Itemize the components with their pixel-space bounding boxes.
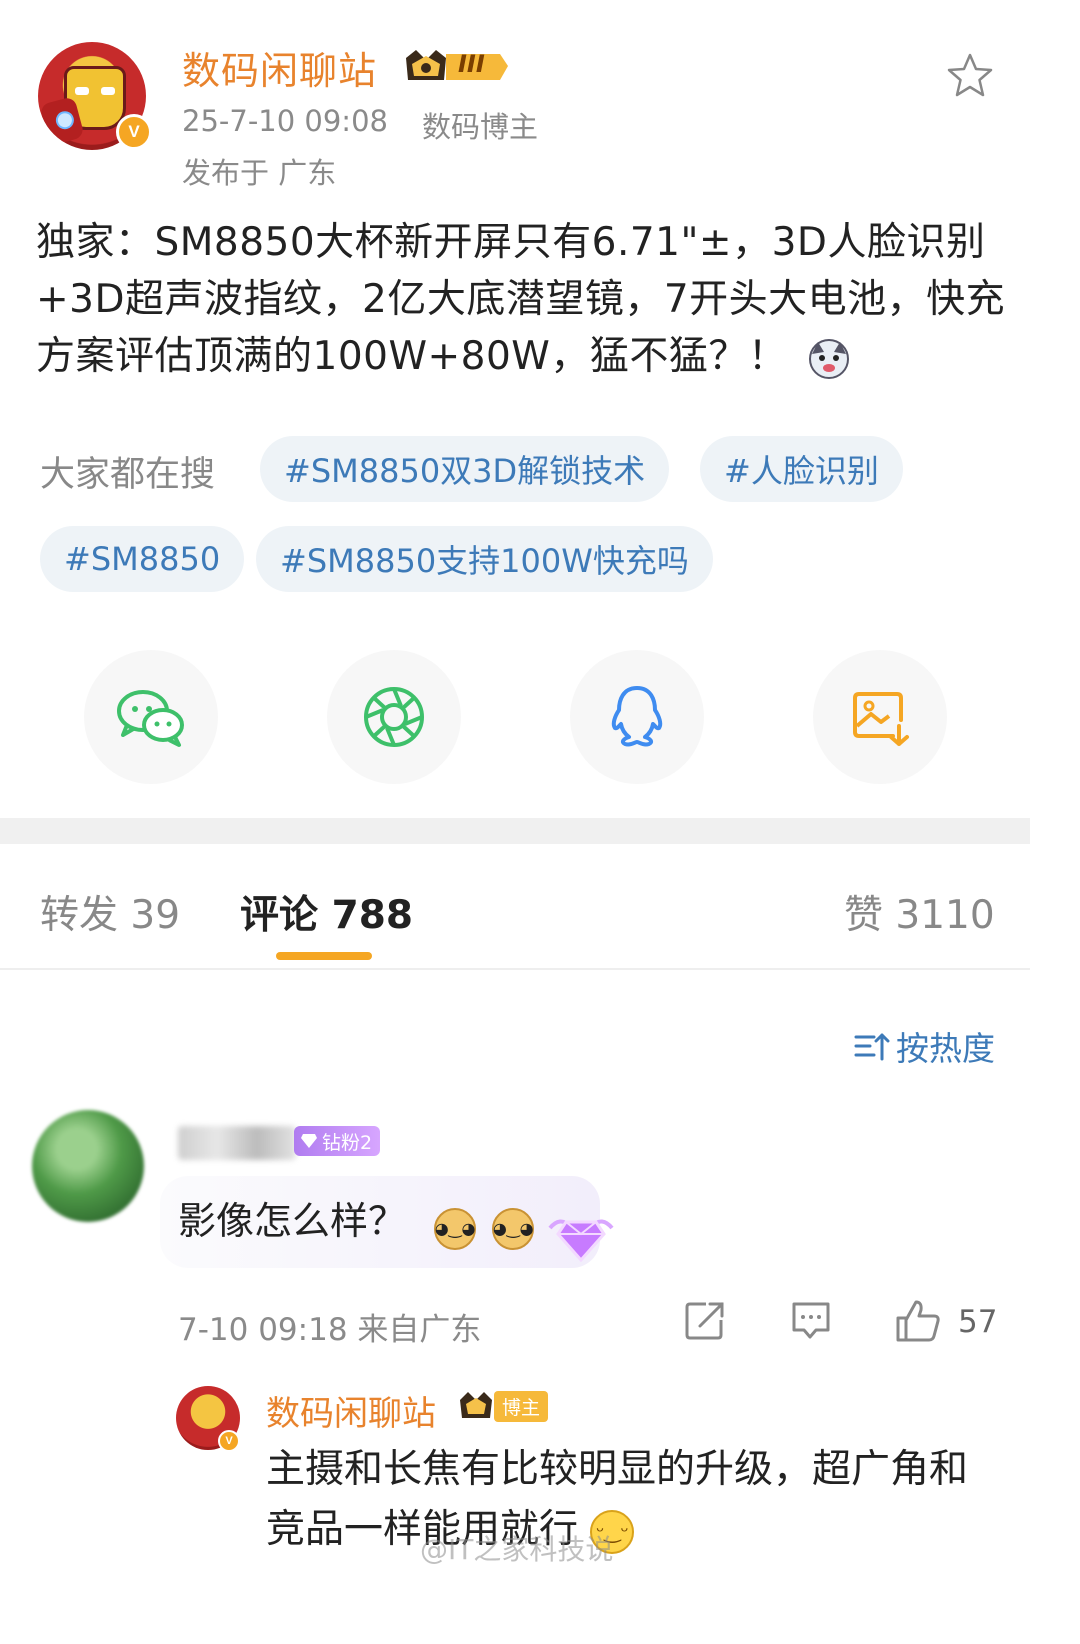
sort-icon xyxy=(854,1033,890,1061)
active-tab-indicator xyxy=(276,952,372,960)
qq-icon xyxy=(611,686,663,747)
verified-badge: V xyxy=(218,1430,240,1452)
share-moments-button[interactable] xyxy=(327,650,461,784)
post-time: 25-7-10 09:08 xyxy=(182,104,388,138)
hot-search-chip[interactable]: #人脸识别 xyxy=(700,436,903,502)
share-wechat-button[interactable] xyxy=(84,650,218,784)
sort-by-hot-button[interactable]: 按热度 xyxy=(854,1022,995,1070)
fan-level-badge: 钻粉2 xyxy=(294,1126,381,1156)
post-location: 发布于 广东 xyxy=(182,156,337,190)
favorite-star-icon[interactable] xyxy=(944,50,996,102)
comment-icon xyxy=(792,1302,830,1339)
author-name[interactable]: 数码闲聊站 xyxy=(182,40,377,95)
diamond-icon xyxy=(301,1134,317,1148)
hot-search-chip[interactable]: #SM8850支持100W快充吗 xyxy=(256,526,713,592)
diamond-decoration-icon xyxy=(546,1208,616,1268)
hot-search-label: 大家都在搜 xyxy=(40,455,216,495)
doge-emoji-icon: ◕‿◕ xyxy=(434,1207,477,1250)
hot-search-chip[interactable]: #SM8850 xyxy=(40,526,245,592)
reply-author-name[interactable]: 数码闲聊站 xyxy=(266,1386,436,1435)
comment-text: 影像怎么样？ xyxy=(178,1199,407,1243)
share-arrow-icon xyxy=(685,1302,724,1340)
tab-reposts[interactable]: 转发 39 xyxy=(40,884,180,940)
commenter-avatar[interactable] xyxy=(32,1110,144,1222)
save-image-icon xyxy=(853,692,909,746)
comment-time-location: 7-10 09:18 来自广东 xyxy=(178,1312,482,1348)
reply-comment-button[interactable] xyxy=(790,1300,832,1346)
reply-body: 主摄和长焦有比较明显的升级，超广角和竞品一样能用就行 ᵕ‿ᵕ xyxy=(266,1440,1006,1560)
tab-comments[interactable]: 评论 788 xyxy=(240,884,413,940)
thumbs-up-icon xyxy=(896,1300,940,1342)
hot-search-chip[interactable]: #SM8850双3D解锁技术 xyxy=(260,436,670,502)
husky-emoji-icon xyxy=(808,338,850,380)
tabs-divider xyxy=(0,968,1030,970)
section-divider xyxy=(0,818,1030,844)
blogger-badge: 博主 xyxy=(458,1390,549,1422)
crown-icon xyxy=(460,1392,492,1418)
sort-label: 按热度 xyxy=(896,1029,995,1068)
wechat-icon xyxy=(117,690,184,747)
like-comment-button[interactable] xyxy=(894,1298,942,1348)
post-body: 独家：SM8850大杯新开屏只有6.71"±，3D人脸识别+3D超声波指纹，2亿… xyxy=(36,214,1006,385)
moments-icon xyxy=(364,687,424,747)
comment-like-count: 57 xyxy=(958,1304,998,1340)
share-qq-button[interactable] xyxy=(570,650,704,784)
tab-likes[interactable]: 赞 3110 xyxy=(844,884,995,940)
verified-badge: V xyxy=(116,114,152,150)
doge-emoji-icon: ◕‿◕ xyxy=(492,1207,535,1250)
post-text: 独家：SM8850大杯新开屏只有6.71"±，3D人脸识别+3D超声波指纹，2亿… xyxy=(36,220,1006,379)
comment-body: 影像怎么样？ ◕‿◕ ◕‿◕ xyxy=(178,1190,535,1250)
commenter-name-blurred[interactable] xyxy=(178,1126,296,1160)
repost-comment-button[interactable] xyxy=(684,1300,726,1346)
author-role: 数码博主 xyxy=(422,110,539,144)
member-level-badge: III xyxy=(402,46,510,86)
save-image-button[interactable] xyxy=(813,650,947,784)
weibo-watermark: @IT之家科技说 xyxy=(420,1533,614,1566)
